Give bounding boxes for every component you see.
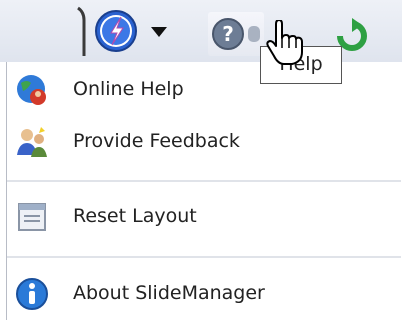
provide-feedback-label: Provide Feedback	[73, 130, 240, 152]
help-lightning-icon	[95, 10, 167, 52]
menu-separator	[7, 256, 401, 258]
online-help-label: Online Help	[73, 78, 184, 100]
hand-cursor-icon	[266, 20, 303, 65]
menu-item-about[interactable]: About SlideManager	[7, 268, 401, 320]
menu-item-provide-feedback[interactable]: Provide Feedback	[7, 116, 401, 168]
layout-window-icon	[18, 203, 46, 231]
svg-text:?: ?	[222, 22, 234, 46]
menu-separator	[7, 180, 401, 182]
feedback-people-icon	[17, 127, 47, 157]
toolbar-separator	[77, 6, 86, 56]
menu-item-reset-layout[interactable]: Reset Layout	[7, 191, 401, 243]
help-dropdown-menu: Online Help Provide Feedback Reset Layou…	[6, 62, 402, 320]
info-icon	[16, 278, 48, 310]
about-slidemanager-label: About SlideManager	[73, 282, 265, 304]
help-menu-button[interactable]	[93, 8, 179, 54]
chevron-down-icon	[151, 27, 167, 37]
question-icon: ?	[212, 18, 260, 50]
help-button[interactable]: ?	[208, 12, 264, 56]
reset-layout-label: Reset Layout	[73, 205, 197, 227]
globe-help-icon	[17, 75, 46, 105]
